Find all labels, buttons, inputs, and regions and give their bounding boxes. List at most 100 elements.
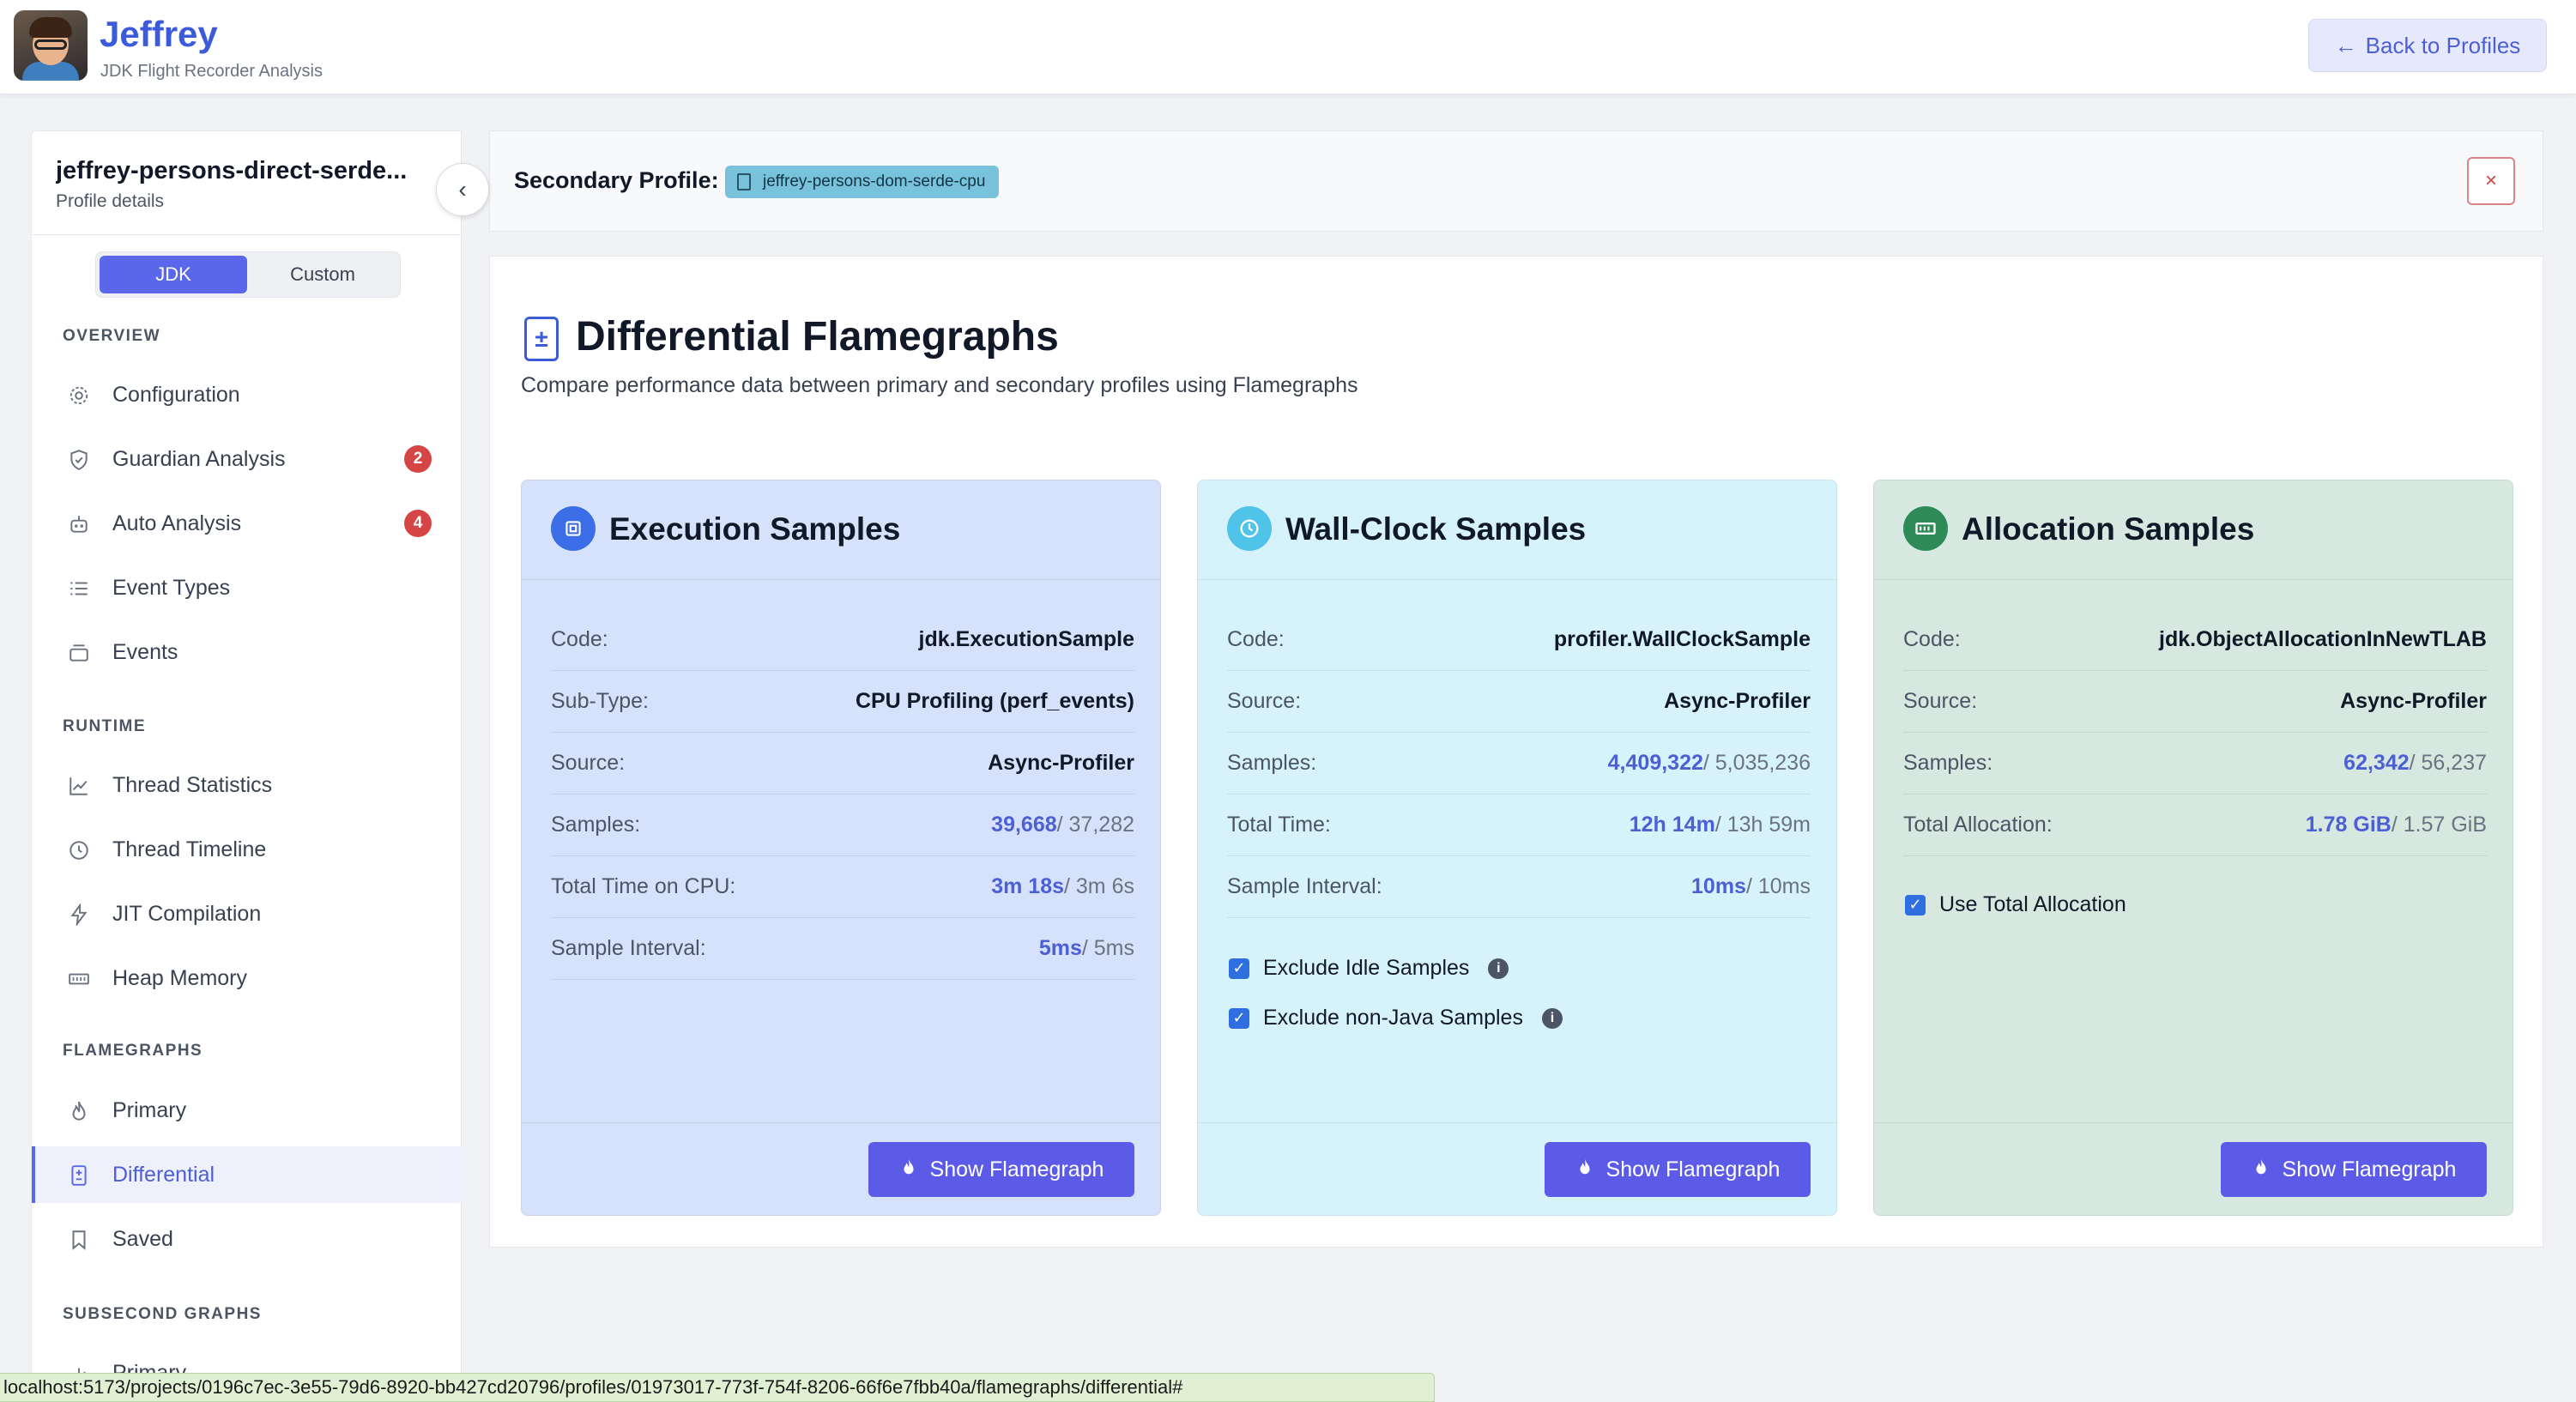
row-value: Async-Profiler (988, 751, 1134, 775)
show-flamegraph-button[interactable]: Show Flamegraph (2221, 1142, 2487, 1197)
clock-icon (1227, 506, 1272, 551)
toggle-jdk-button[interactable]: JDK (100, 256, 247, 293)
row-sample-interval: Sample Interval: 5ms/ 5ms (551, 918, 1134, 980)
secondary-profile-chip[interactable]: jeffrey-persons-dom-serde-cpu (725, 166, 1000, 198)
section-runtime: RUNTIME (63, 717, 147, 735)
sidebar-item-label: Event Types (112, 575, 231, 600)
primary-value: 62,342 (2343, 751, 2410, 775)
memory-icon (1903, 506, 1948, 551)
row-sample-interval: Sample Interval: 10ms/ 10ms (1227, 856, 1811, 918)
row-source: Source: Async-Profiler (1227, 671, 1811, 733)
row-value: jdk.ObjectAllocationInNewTLAB (2159, 627, 2487, 651)
file-diff-icon (71, 1165, 87, 1186)
sidebar-item-label: Guardian Analysis (112, 446, 286, 471)
checkbox-checked-icon[interactable]: ✓ (1905, 894, 1926, 916)
checkbox-label: Exclude Idle Samples (1263, 956, 1470, 980)
sidebar-item-thread-statistics[interactable]: Thread Statistics (32, 757, 463, 813)
chart-line-icon (70, 777, 88, 795)
exclude-non-java-samples-checkbox[interactable]: ✓ Exclude non-Java Samples i (1229, 1006, 1563, 1030)
row-key: Code: (1903, 627, 1961, 651)
profile-title: jeffrey-persons-direct-serde... (56, 157, 408, 184)
app-title[interactable]: Jeffrey (100, 14, 218, 55)
back-button-label: Back to Profiles (2365, 32, 2521, 58)
flame-icon (899, 1157, 918, 1183)
app-logo[interactable] (14, 10, 88, 81)
close-secondary-profile-button[interactable]: × (2467, 157, 2515, 205)
collapse-sidebar-button[interactable]: ‹ (436, 163, 489, 216)
sidebar-item-jit-compilation[interactable]: JIT Compilation (32, 885, 463, 942)
secondary-profile-bar: Secondary Profile: jeffrey-persons-dom-s… (489, 130, 2543, 232)
auto-analysis-count-badge: 4 (404, 510, 432, 537)
wall-clock-samples-card: Wall-Clock Samples Code: profiler.WallClo… (1197, 480, 1837, 1216)
robot-icon (70, 516, 88, 533)
section-flamegraphs: FLAMEGRAPHS (63, 1042, 203, 1060)
row-key: Sample Interval: (1227, 874, 1382, 898)
secondary-value: / 1.57 GiB (2391, 813, 2487, 837)
card-title: Execution Samples (609, 511, 901, 547)
secondary-value: / 10ms (1745, 874, 1811, 898)
primary-value: 1.78 GiB (2305, 813, 2392, 837)
sidebar-item-events[interactable]: Events (32, 624, 463, 680)
show-flamegraph-button[interactable]: Show Flamegraph (1545, 1142, 1811, 1197)
app-subtitle: JDK Flight Recorder Analysis (100, 62, 323, 81)
row-key: Samples: (1903, 751, 1993, 775)
top-header: Jeffrey JDK Flight Recorder Analysis ← B… (0, 0, 2576, 94)
list-icon (70, 582, 88, 595)
lightning-icon (70, 903, 88, 926)
secondary-profile-name: jeffrey-persons-dom-serde-cpu (763, 172, 986, 190)
checkbox-checked-icon[interactable]: ✓ (1229, 958, 1249, 979)
primary-value: 12h 14m (1629, 813, 1715, 837)
card-footer: Show Flamegraph (1874, 1122, 2513, 1217)
card-header: Wall-Clock Samples (1198, 480, 1836, 580)
sidebar-item-differential[interactable]: Differential (32, 1146, 463, 1203)
row-key: Sub-Type: (551, 689, 649, 713)
sidebar-item-configuration[interactable]: Configuration (32, 366, 463, 423)
row-key: Source: (551, 751, 626, 775)
row-total-time-cpu: Total Time on CPU: 3m 18s/ 3m 6s (551, 856, 1134, 918)
use-total-allocation-checkbox[interactable]: ✓ Use Total Allocation (1905, 892, 2126, 917)
row-code: Code: jdk.ObjectAllocationInNewTLAB (1903, 609, 2487, 671)
execution-samples-card: Execution Samples Code: jdk.ExecutionSamp… (521, 480, 1161, 1216)
event-source-toggle: JDK Custom (95, 251, 401, 298)
row-key: Total Time: (1227, 813, 1331, 837)
memory-icon (69, 973, 89, 985)
page-description: Compare performance data between primary… (521, 373, 1358, 397)
allocation-samples-card: Allocation Samples Code: jdk.ObjectAlloca… (1873, 480, 2513, 1216)
row-source: Source: Async-Profiler (1903, 671, 2487, 733)
info-icon[interactable]: i (1488, 958, 1509, 979)
toggle-custom-button[interactable]: Custom (249, 256, 396, 293)
sidebar-item-label: Configuration (112, 382, 240, 407)
row-key: Samples: (551, 813, 641, 837)
sidebar-divider (32, 234, 461, 235)
checkbox-checked-icon[interactable]: ✓ (1229, 1007, 1249, 1029)
back-to-profiles-button[interactable]: ← Back to Profiles (2308, 19, 2547, 72)
sidebar-item-primary-flamegraph[interactable]: Primary (32, 1082, 463, 1139)
show-flamegraph-button[interactable]: Show Flamegraph (868, 1142, 1134, 1197)
info-icon[interactable]: i (1541, 1007, 1563, 1029)
row-samples: Samples: 62,342/ 56,237 (1903, 733, 2487, 795)
row-value: jdk.ExecutionSample (918, 627, 1134, 651)
secondary-profile-label: Secondary Profile: (514, 167, 719, 193)
sidebar-item-auto-analysis[interactable]: Auto Analysis 4 (32, 495, 463, 552)
sidebar-item-guardian-analysis[interactable]: Guardian Analysis 2 (32, 431, 463, 487)
row-total-time: Total Time: 12h 14m/ 13h 59m (1227, 795, 1811, 856)
sidebar-item-saved[interactable]: Saved (32, 1211, 463, 1267)
main-content: ± Differential Flamegraphs Compare perfo… (489, 256, 2543, 1248)
row-key: Source: (1227, 689, 1302, 713)
row-code: Code: profiler.WallClockSample (1227, 609, 1811, 671)
sidebar-item-heap-memory[interactable]: Heap Memory (32, 950, 463, 1006)
secondary-value: / 13h 59m (1714, 813, 1811, 837)
exclude-idle-samples-checkbox[interactable]: ✓ Exclude Idle Samples i (1229, 956, 1509, 981)
button-label: Show Flamegraph (2282, 1157, 2457, 1181)
row-code: Code: jdk.ExecutionSample (551, 609, 1134, 671)
row-value: CPU Profiling (perf_events) (855, 689, 1134, 713)
checkbox-label: Exclude non-Java Samples (1263, 1006, 1523, 1030)
row-value: profiler.WallClockSample (1553, 627, 1811, 651)
chevron-left-icon: ‹ (458, 176, 467, 202)
gear-icon (70, 386, 88, 405)
file-icon (737, 173, 751, 190)
shield-icon (70, 450, 88, 470)
sidebar-item-thread-timeline[interactable]: Thread Timeline (32, 821, 463, 878)
sidebar-item-event-types[interactable]: Event Types (32, 559, 463, 616)
sidebar-item-label: Primary (112, 1097, 187, 1122)
